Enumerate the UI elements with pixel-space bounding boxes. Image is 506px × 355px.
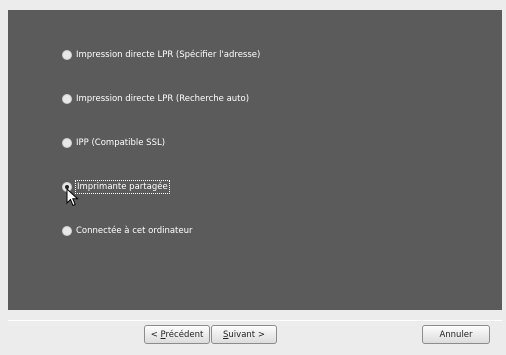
- radio-ipp[interactable]: [62, 138, 72, 148]
- option-ipp[interactable]: IPP (Compatible SSL): [62, 136, 165, 150]
- option-lpr-auto[interactable]: Impression directe LPR (Recherche auto): [62, 92, 249, 106]
- content-panel: Impression directe LPR (Spécifier l'adre…: [8, 10, 502, 310]
- radio-lpr-auto[interactable]: [62, 94, 72, 104]
- button-bar: < Précédent Suivant > Annuler: [8, 320, 502, 349]
- option-lpr-address[interactable]: Impression directe LPR (Spécifier l'adre…: [62, 48, 260, 62]
- mouse-pointer-icon: [66, 188, 79, 207]
- next-button-text: uivant >: [228, 330, 265, 340]
- radio-local-computer[interactable]: [62, 226, 72, 236]
- option-label-ipp: IPP (Compatible SSL): [76, 138, 166, 148]
- back-button-text: récédent: [165, 330, 204, 340]
- next-button[interactable]: Suivant >: [211, 325, 277, 344]
- back-button[interactable]: < Précédent: [144, 325, 210, 344]
- radio-lpr-address[interactable]: [62, 50, 72, 60]
- cancel-button[interactable]: Annuler: [422, 325, 490, 344]
- option-label-lpr-auto: Impression directe LPR (Recherche auto): [76, 94, 250, 104]
- option-local-computer[interactable]: Connectée à cet ordinateur: [62, 224, 193, 238]
- back-button-prefix: <: [150, 330, 161, 340]
- option-label-lpr-address: Impression directe LPR (Spécifier l'adre…: [76, 50, 261, 60]
- option-label-local-computer: Connectée à cet ordinateur: [76, 226, 193, 236]
- option-label-shared-printer: Imprimante partagée: [75, 180, 170, 194]
